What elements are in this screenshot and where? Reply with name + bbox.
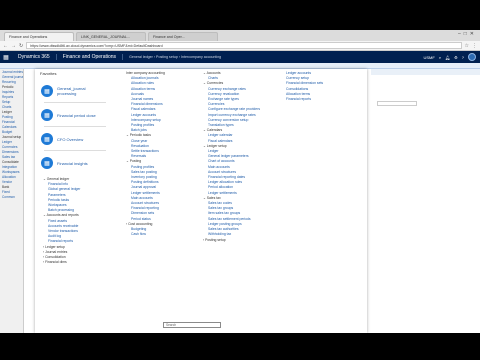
tile-label: Financial period close <box>57 112 96 118</box>
gear-icon[interactable]: ⚙ <box>454 55 458 60</box>
workspace-icon: ▦ <box>41 133 53 145</box>
favorites-header[interactable]: Favorites <box>40 71 56 76</box>
browser-tab[interactable]: Finance and Oper... <box>148 32 218 41</box>
breadcrumb: General ledger › Posting setup › Interco… <box>129 55 222 59</box>
base-panel-item[interactable]: Common <box>0 194 23 199</box>
browser-window: Finance and Operations LINK_GENERAL_JOUR… <box>0 30 480 333</box>
company-picker[interactable]: USMF <box>424 55 435 60</box>
forward-icon[interactable]: → <box>11 43 16 49</box>
nav-column-2: Inter company accounting Allocation journ… <box>126 71 165 238</box>
star-icon[interactable]: ☆ <box>465 43 469 49</box>
workspace-icon: ▦ <box>41 85 53 97</box>
breadcrumb-item[interactable]: Posting setup <box>156 55 178 59</box>
base-page-panel: Journal entries General journal Recurring P… <box>0 69 24 333</box>
content-field[interactable] <box>377 101 417 106</box>
browser-tab-active[interactable]: Finance and Operations <box>4 32 74 41</box>
app-name: Finance and Operations <box>57 54 124 60</box>
divider <box>44 150 106 151</box>
workspace-tile-cfo-overview[interactable]: ▦ CFO Overview <box>41 129 109 149</box>
search-icon[interactable]: ⌕ <box>439 55 441 60</box>
back-icon[interactable]: ← <box>3 43 8 49</box>
nav-link[interactable]: Global general ledger <box>43 187 80 192</box>
tile-label: Financial insights <box>57 160 88 166</box>
browser-tab-bar: Finance and Operations LINK_GENERAL_JOUR… <box>0 30 480 41</box>
base-panel-item[interactable]: Journal setup <box>0 134 23 139</box>
nav-link[interactable]: Configure exchange rate providers <box>203 107 260 112</box>
nav-link[interactable]: Cash flow <box>126 232 165 237</box>
nav-column-4: Ledger accounts Currency setup Financial d… <box>281 71 323 102</box>
bell-icon[interactable]: 🔔︎ <box>445 55 450 60</box>
url-field[interactable]: https://www.dtssdk8t6.ax.cloud.dynamics.… <box>26 42 462 49</box>
nav-group-header[interactable]: ⌄ Accounts and reports <box>43 213 80 218</box>
workspace-tile-general-journal[interactable]: ▦ General_journal processing <box>41 81 109 101</box>
nav-column-3: ⌄ Accounts Charts ⌄ Currencies Currency exc… <box>203 71 260 243</box>
nav-column-1: ⌄ General ledger Financial info Global gen… <box>43 177 80 265</box>
nav-group-header[interactable]: › Posting setup <box>203 238 260 243</box>
window-controls[interactable]: –□✕ <box>458 31 477 37</box>
divider <box>44 126 106 127</box>
tile-label: CFO Overview <box>57 136 84 142</box>
breadcrumb-item[interactable]: Intercompany accounting <box>181 55 221 59</box>
navigation-pane: Favorites ▦ General_journal processing ▦… <box>35 69 367 333</box>
nav-link[interactable]: Financial dimension sets <box>281 81 323 86</box>
app-header: ▦ Dynamics 365 Finance and Operations Ge… <box>0 51 480 63</box>
header-tools: USMF ⌕ 🔔︎ ⚙ ? <box>424 51 476 63</box>
content-header <box>371 69 480 75</box>
breadcrumb-item[interactable]: General ledger <box>129 55 153 59</box>
workspace-tile-period-close[interactable]: ▦ Financial period close <box>41 105 109 125</box>
page-content <box>367 69 480 333</box>
nav-group-header[interactable]: › Financial dims <box>43 260 80 265</box>
workspace-icon: ▦ <box>41 157 53 169</box>
menu-icon[interactable]: ⋮ <box>472 43 477 49</box>
workspace-tile-financial-insights[interactable]: ▦ Financial insights <box>41 153 109 173</box>
waffle-icon[interactable]: ▦ <box>0 51 12 63</box>
browser-tab[interactable]: LINK_GENERAL_JOURNAL... <box>76 32 146 41</box>
refresh-icon[interactable]: ↻ <box>19 43 23 49</box>
workspace-icon: ▦ <box>41 109 53 121</box>
nav-link[interactable]: Financial reports <box>281 97 323 102</box>
tile-label: General_journal processing <box>57 86 86 96</box>
divider <box>44 102 106 103</box>
base-panel-item[interactable]: Journal entries <box>0 69 23 74</box>
base-panel-item[interactable]: General journal <box>0 74 23 79</box>
address-bar: ← → ↻ https://www.dtssdk8t6.ax.cloud.dyn… <box>0 41 480 51</box>
avatar[interactable] <box>468 53 476 61</box>
brand-title[interactable]: Dynamics 365 <box>12 54 57 60</box>
help-icon[interactable]: ? <box>462 55 464 60</box>
nav-search-input[interactable]: Search <box>163 322 221 328</box>
